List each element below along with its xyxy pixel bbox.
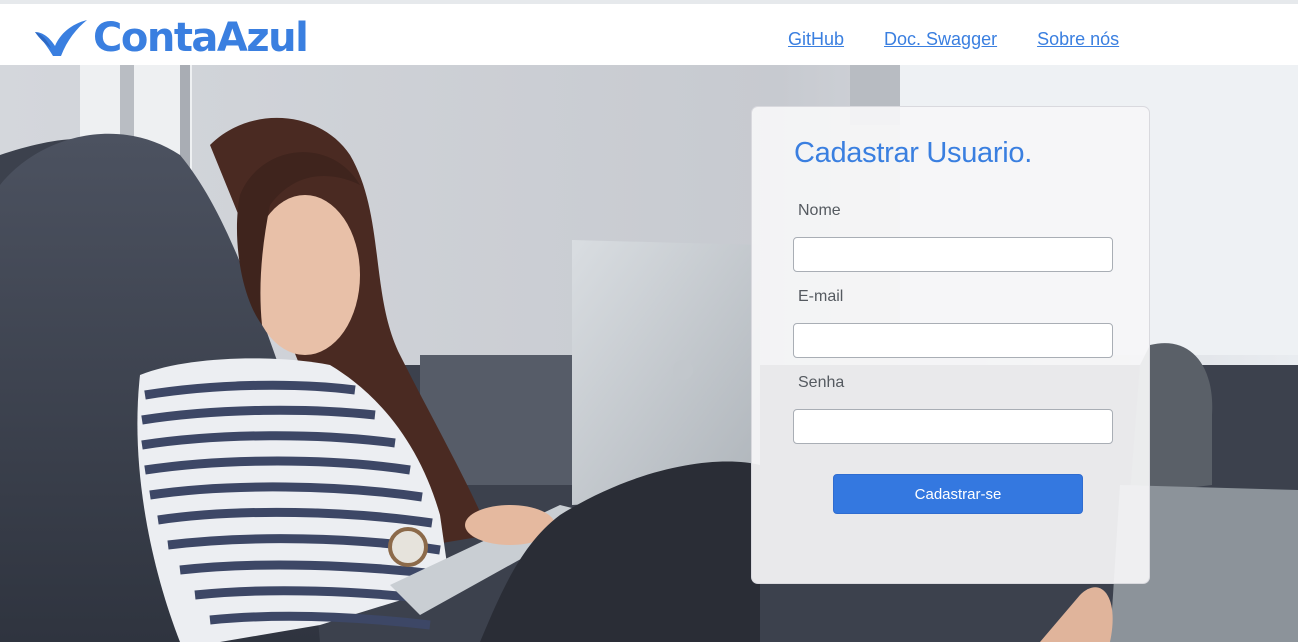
nav-link-about[interactable]: Sobre nós: [1037, 28, 1119, 50]
email-input[interactable]: [793, 323, 1113, 358]
brand-logo[interactable]: ContaAzul: [33, 15, 309, 61]
register-card: Cadastrar Usuario. Nome E-mail Senha Cad…: [751, 106, 1150, 584]
nav-link-github[interactable]: GitHub: [788, 28, 844, 50]
email-label: E-mail: [798, 288, 844, 305]
password-label: Senha: [798, 374, 845, 391]
brand-name: ContaAzul: [93, 15, 309, 61]
form-title: Cadastrar Usuario.: [794, 137, 1032, 169]
leaf-check-icon: [35, 20, 87, 56]
nav-link-swagger-docs[interactable]: Doc. Swagger: [884, 28, 997, 50]
password-input[interactable]: [793, 409, 1113, 444]
name-label: Nome: [798, 202, 841, 219]
name-input[interactable]: [793, 237, 1113, 272]
main-nav: GitHub Doc. Swagger Sobre nós: [788, 28, 1119, 50]
register-button[interactable]: Cadastrar-se: [833, 474, 1083, 514]
top-navbar: ContaAzul GitHub Doc. Swagger Sobre nós: [0, 0, 1298, 65]
page: ContaAzul GitHub Doc. Swagger Sobre nós: [0, 0, 1298, 642]
